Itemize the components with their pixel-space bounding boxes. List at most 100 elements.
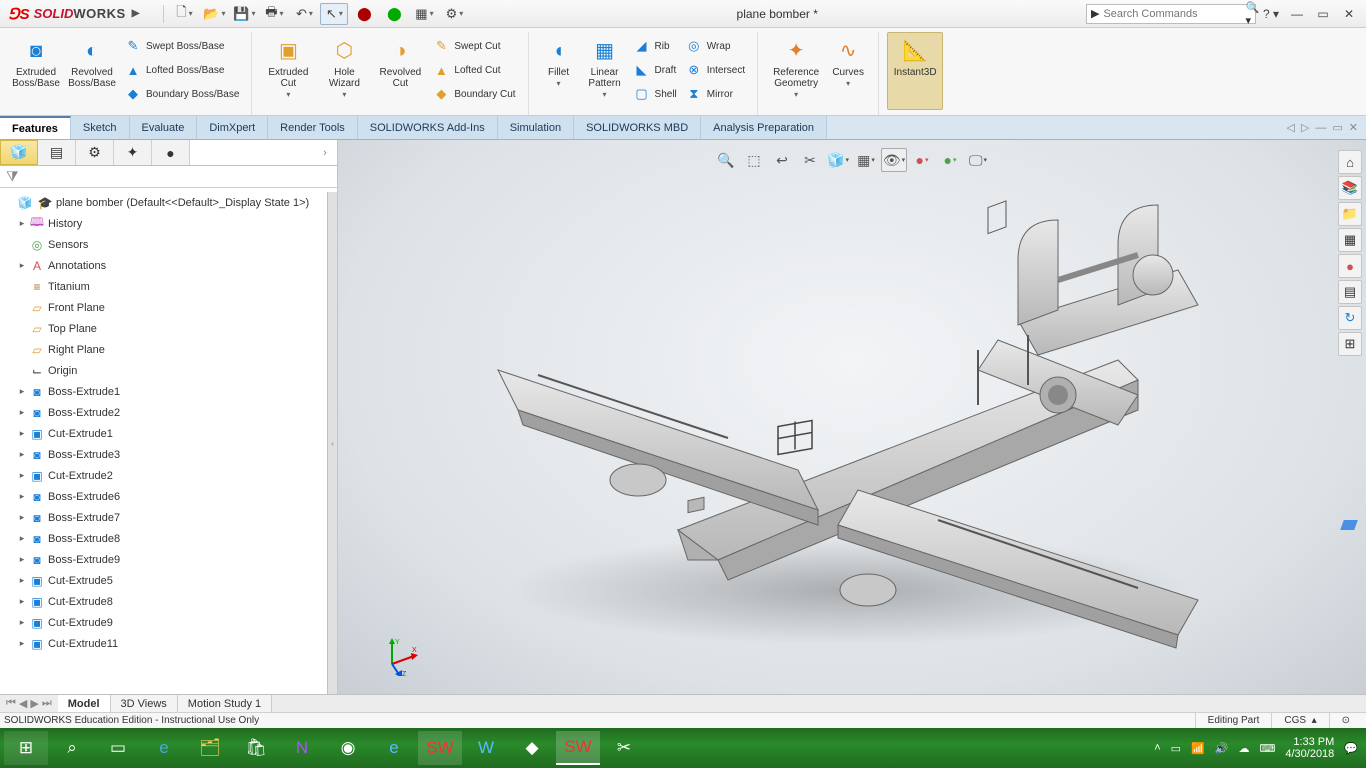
tree-boss-extrude3[interactable]: ▸◙Boss-Extrude3 [0,444,337,465]
tree-filter[interactable]: ⧩ [0,166,337,188]
task-onenote-icon[interactable]: N [280,731,324,765]
viewport-3d[interactable]: 🔍 ⬚ ↩ ✂ 🧊 ▦ 👁 ● ● 🖵 ⌂ 📚 📁 ▦ ● ▤ ↻ ⊞ [338,140,1366,694]
hide-show-icon[interactable]: 👁 [881,148,907,172]
task-edge-icon[interactable]: e [142,731,186,765]
panel-collapse-icon[interactable]: ‹ [327,192,337,694]
task-chrome-icon[interactable]: ◉ [326,731,370,765]
close-button[interactable]: ✕ [1338,5,1360,23]
tab-render[interactable]: Render Tools [268,116,358,139]
start-button[interactable]: ⊞ [4,731,48,765]
open-button[interactable]: 📂 [200,3,228,25]
tree-root[interactable]: 🧊🎓plane bomber (Default<<Default>_Displa… [0,192,337,213]
tree-boss-extrude9[interactable]: ▸◙Boss-Extrude9 [0,549,337,570]
task-sw-icon[interactable]: SW [418,731,462,765]
task-store-icon[interactable]: 🛍 [234,731,278,765]
next-doc-icon[interactable]: ▷ [1301,121,1309,134]
zoom-fit-icon[interactable]: 🔍 [713,148,739,172]
orientation-triad[interactable]: Y X Z [380,636,420,676]
zoom-area-icon[interactable]: ⬚ [741,148,767,172]
nav-next-icon[interactable]: ▶ [30,697,38,710]
minimize-button[interactable]: — [1286,5,1308,23]
revolved-boss-button[interactable]: ◐Revolved Boss/Base [64,32,120,110]
revolved-cut-button[interactable]: ◑Revolved Cut [372,32,428,110]
nav-last-icon[interactable]: ⏭ [42,697,52,710]
appearances-tab[interactable]: ● [1338,254,1362,278]
property-manager-tab[interactable]: ▤ [38,140,76,165]
view-orientation-icon[interactable]: 🧊 [825,148,851,172]
doc-close-icon[interactable]: ✕ [1349,121,1358,134]
lofted-cut-button[interactable]: ▲Lofted Cut [428,58,519,82]
tree-cut-extrude8[interactable]: ▸▣Cut-Extrude8 [0,591,337,612]
lofted-boss-button[interactable]: ▲Lofted Boss/Base [120,58,243,82]
boundary-cut-button[interactable]: ◆Boundary Cut [428,82,519,106]
tree-boss-extrude6[interactable]: ▸◙Boss-Extrude6 [0,486,337,507]
swept-cut-button[interactable]: ✎Swept Cut [428,34,519,58]
tab-sketch[interactable]: Sketch [71,116,130,139]
feature-tree-tab[interactable]: 🧊 [0,140,38,165]
tree-history[interactable]: ▸🕮History [0,213,337,234]
search-icon[interactable]: 🔍▾ [1245,1,1259,27]
status-custom-icon[interactable]: ⊙ [1329,713,1362,728]
dimxpert-manager-tab[interactable]: ✦ [114,140,152,165]
tree-sensors[interactable]: ◎Sensors [0,234,337,255]
tab-addins[interactable]: SOLIDWORKS Add-Ins [358,116,498,139]
shell-button[interactable]: ▢Shell [629,82,681,106]
tree-origin[interactable]: ⌙Origin [0,360,337,381]
ref-geometry-button[interactable]: ✦Reference Geometry▾ [766,32,826,110]
tree-cut-extrude5[interactable]: ▸▣Cut-Extrude5 [0,570,337,591]
panel-expand-icon[interactable]: › [313,140,337,165]
select-button[interactable]: ↖ [320,3,348,25]
help-button[interactable]: ? ▾ [1260,5,1282,23]
view-settings-icon[interactable]: 🖵 [965,148,991,172]
search-input[interactable] [1103,8,1245,20]
fillet-button[interactable]: ◖Fillet▾ [537,32,581,110]
tab-mbd[interactable]: SOLIDWORKS MBD [574,116,701,139]
restore-button[interactable]: ▭ [1312,5,1334,23]
design-library-tab[interactable]: 📚 [1338,176,1362,200]
tree-boss-extrude8[interactable]: ▸◙Boss-Extrude8 [0,528,337,549]
bottom-tab-model[interactable]: Model [58,695,111,712]
task-app-icon[interactable]: ◆ [510,731,554,765]
task-view-icon[interactable]: ▭ [96,731,140,765]
tree-right-plane[interactable]: ▱Right Plane [0,339,337,360]
swept-boss-button[interactable]: ✎Swept Boss/Base [120,34,243,58]
edit-appearance-icon[interactable]: ● [909,148,935,172]
tree-boss-extrude2[interactable]: ▸◙Boss-Extrude2 [0,402,337,423]
print-button[interactable]: 🖶 [260,3,288,25]
tree-top-plane[interactable]: ▱Top Plane [0,318,337,339]
resources-tab[interactable]: ⌂ [1338,150,1362,174]
doc-min-icon[interactable]: — [1315,122,1326,134]
task-explorer-icon[interactable]: 🗂 [188,731,232,765]
linear-pattern-button[interactable]: ▦Linear Pattern▾ [581,32,629,110]
tree-cut-extrude1[interactable]: ▸▣Cut-Extrude1 [0,423,337,444]
rebuild-all-button[interactable]: ⬤ [380,3,408,25]
status-units[interactable]: CGS ▴ [1271,713,1328,728]
extruded-cut-button[interactable]: ▣Extruded Cut▾ [260,32,316,110]
undo-button[interactable]: ↶ [290,3,318,25]
tray-keyboard-icon[interactable]: ⌨ [1259,742,1275,755]
doc-max-icon[interactable]: ▭ [1332,121,1342,134]
task-word-icon[interactable]: W [464,731,508,765]
task-sw2017-icon[interactable]: SW [556,731,600,765]
config-manager-tab[interactable]: ⚙ [76,140,114,165]
mirror-button[interactable]: ⧗Mirror [681,82,749,106]
tray-battery-icon[interactable]: ▭ [1171,742,1181,755]
last-tab[interactable]: ⊞ [1338,332,1362,356]
display-manager-tab[interactable]: ● [152,140,190,165]
tab-analysis[interactable]: Analysis Preparation [701,116,827,139]
curves-button[interactable]: ∿Curves▾ [826,32,870,110]
forum-tab[interactable]: ↻ [1338,306,1362,330]
rib-button[interactable]: ◢Rib [629,34,681,58]
logo-dropdown-icon[interactable]: ▶ [132,8,140,19]
tray-volume-icon[interactable]: 🔊 [1215,742,1229,755]
display-style-icon[interactable]: ▦ [853,148,879,172]
prev-doc-icon[interactable]: ◁ [1286,121,1294,134]
task-search-icon[interactable]: ⌕ [50,731,94,765]
tray-notifications-icon[interactable]: 💬 [1344,742,1358,755]
tree-cut-extrude9[interactable]: ▸▣Cut-Extrude9 [0,612,337,633]
apply-scene-icon[interactable]: ● [937,148,963,172]
feature-tree[interactable]: 🧊🎓plane bomber (Default<<Default>_Displa… [0,188,337,694]
rebuild-button[interactable]: ⬤ [350,3,378,25]
tree-material[interactable]: ≡Titanium [0,276,337,297]
tree-cut-extrude11[interactable]: ▸▣Cut-Extrude11 [0,633,337,654]
